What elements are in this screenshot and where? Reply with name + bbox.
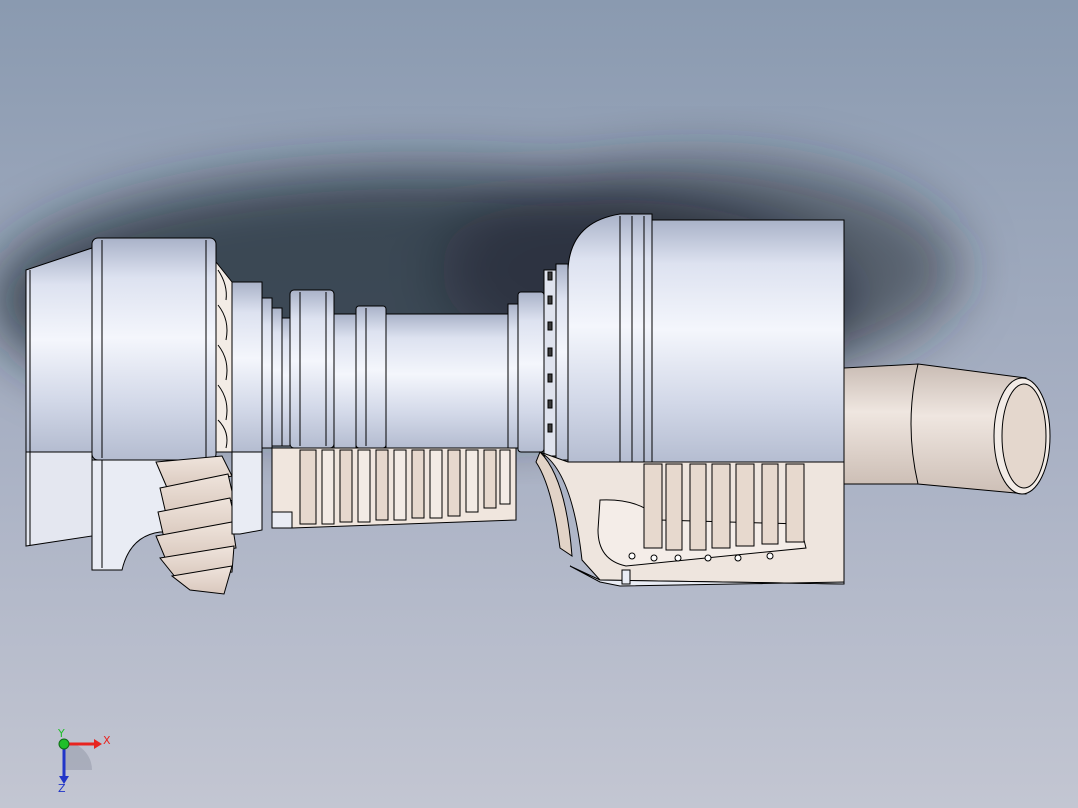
exhaust-nozzle[interactable] [843,363,1051,495]
compressor-casing[interactable] [289,289,509,449]
intake-cowl[interactable] [25,247,93,547]
graphics-viewport[interactable]: X Y Z [0,0,1078,808]
compressor-stages-section[interactable] [271,447,517,529]
triad-x-label: X [103,734,111,747]
viewport-canvas[interactable]: X Y Z [0,0,1078,808]
fan-blades-upper[interactable] [215,260,233,453]
triad-y-label: Y [57,727,65,740]
turbine-housing[interactable] [567,213,845,465]
triad-z-label: Z [58,782,66,795]
triad-y-axis [58,738,70,750]
bolt-ring [547,271,553,433]
